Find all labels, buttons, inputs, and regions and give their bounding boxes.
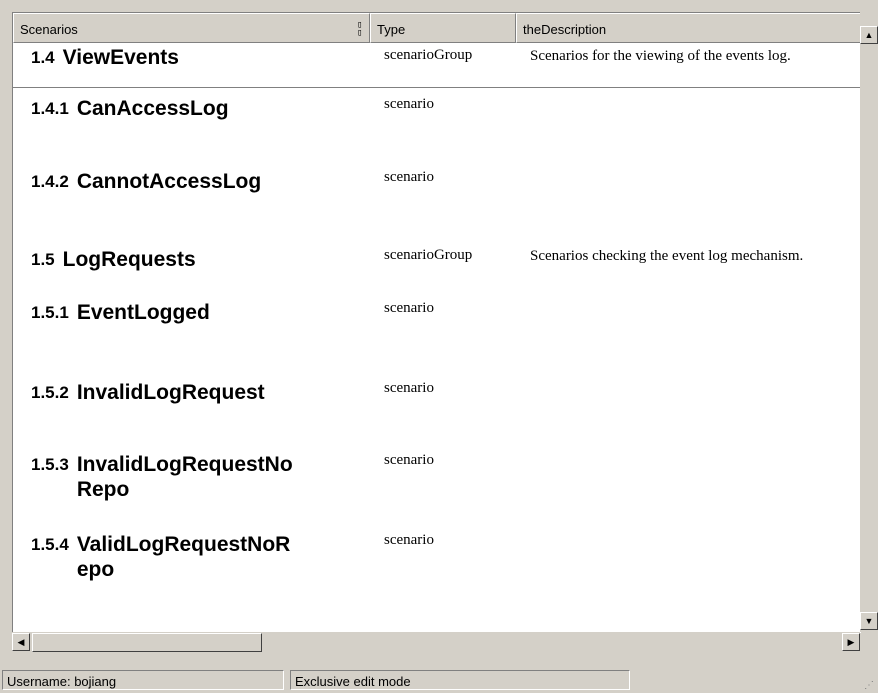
scenario-type: scenario — [384, 169, 434, 185]
scenario-name-cell: 1.5.3 InvalidLogRequestNo Repo — [31, 452, 371, 502]
scenario-title: CanAccessLog — [76, 97, 229, 120]
scenario-type: scenarioGroup — [384, 247, 473, 263]
scenario-name-cell: 1.5 LogRequests — [31, 247, 371, 272]
scenario-name-cell: 1.5.1 EventLogged — [31, 300, 371, 325]
scenario-type: scenarioGroup — [384, 47, 473, 63]
table-row[interactable]: 1.4.1 CanAccessLog scenario — [13, 88, 861, 161]
column-sort-icon[interactable]: ▯ ▯ — [357, 21, 363, 38]
grid-header: Scenarios ▯ ▯ Type theDescription — [13, 13, 861, 43]
scenario-type: scenario — [384, 532, 434, 548]
table-row[interactable]: 1.4 ViewEvents scenarioGroup Scenarios f… — [13, 43, 861, 88]
scroll-left-icon[interactable]: ◀ — [12, 633, 30, 651]
table-row[interactable]: 1.4.2 CannotAccessLog scenario — [13, 161, 861, 239]
scenario-title: InvalidLogRequest — [76, 381, 265, 404]
column-header-type[interactable]: Type — [370, 13, 516, 43]
scenario-type: scenario — [384, 96, 434, 112]
column-header-scenarios-label: Scenarios — [20, 22, 78, 37]
scenario-window: Scenarios ▯ ▯ Type theDescription 1.4 Vie… — [0, 0, 878, 693]
scroll-down-icon[interactable]: ▼ — [860, 612, 878, 630]
scenario-description: Scenarios for the viewing of the events … — [530, 48, 791, 64]
scenario-type: scenario — [384, 380, 434, 396]
scenario-name-cell: 1.5.2 InvalidLogRequest — [31, 380, 371, 405]
scenario-name-cell: 1.5.4 ValidLogRequestNoR epo — [31, 532, 371, 582]
status-mode: Exclusive edit mode — [290, 670, 630, 690]
scenario-description: Scenarios checking the event log mechani… — [530, 248, 804, 264]
column-header-scenarios[interactable]: Scenarios ▯ ▯ — [13, 13, 370, 43]
table-row[interactable]: 1.5.3 InvalidLogRequestNo Repo scenario — [13, 444, 861, 524]
scenario-number: 1.5.2 — [31, 383, 69, 402]
column-header-description[interactable]: theDescription — [516, 13, 861, 43]
scenario-number: 1.5.1 — [31, 303, 69, 322]
scroll-up-icon[interactable]: ▲ — [860, 26, 878, 44]
status-username: Username: bojiang — [2, 670, 284, 690]
scenario-name-cell: 1.4 ViewEvents — [31, 45, 371, 70]
scenario-type: scenario — [384, 452, 434, 468]
column-header-description-label: theDescription — [523, 22, 607, 37]
horizontal-scroll-thumb[interactable] — [32, 633, 262, 652]
scenario-number: 1.4 — [31, 48, 55, 67]
table-row[interactable]: 1.5 LogRequests scenarioGroup Scenarios … — [13, 239, 861, 292]
scenario-title: InvalidLogRequestNo Repo — [76, 453, 293, 501]
scenarios-grid: Scenarios ▯ ▯ Type theDescription 1.4 Vie… — [12, 12, 861, 633]
scenario-title: LogRequests — [62, 248, 196, 271]
scroll-right-icon[interactable]: ▶ — [842, 633, 860, 651]
horizontal-scrollbar[interactable]: ◀ ▶ — [12, 632, 860, 652]
column-header-type-label: Type — [377, 22, 406, 37]
status-bar: Username: bojiang Exclusive edit mode ⋰ — [0, 668, 878, 693]
scenario-number: 1.5.4 — [31, 535, 69, 554]
vertical-scrollbar[interactable]: ▲ ▼ — [860, 12, 878, 632]
scenario-title: EventLogged — [76, 301, 210, 324]
scenario-title: ViewEvents — [62, 46, 179, 69]
scenario-name-cell: 1.4.1 CanAccessLog — [31, 96, 371, 121]
scenario-type: scenario — [384, 300, 434, 316]
scenario-name-cell: 1.4.2 CannotAccessLog — [31, 169, 371, 194]
table-row[interactable]: 1.5.2 InvalidLogRequest scenario — [13, 372, 861, 444]
table-row[interactable]: 1.5.4 ValidLogRequestNoR epo scenario — [13, 524, 861, 604]
table-row[interactable]: 1.5.1 EventLogged scenario — [13, 292, 861, 372]
scenario-title: CannotAccessLog — [76, 170, 262, 193]
scenario-number: 1.4.1 — [31, 99, 69, 118]
scenario-number: 1.5.3 — [31, 455, 69, 474]
scenario-title: ValidLogRequestNoR epo — [76, 533, 291, 581]
scenario-number: 1.5 — [31, 250, 55, 269]
grid-rows: 1.4 ViewEvents scenarioGroup Scenarios f… — [13, 43, 861, 604]
scenario-number: 1.4.2 — [31, 172, 69, 191]
resize-grip-icon[interactable]: ⋰ — [864, 680, 874, 691]
